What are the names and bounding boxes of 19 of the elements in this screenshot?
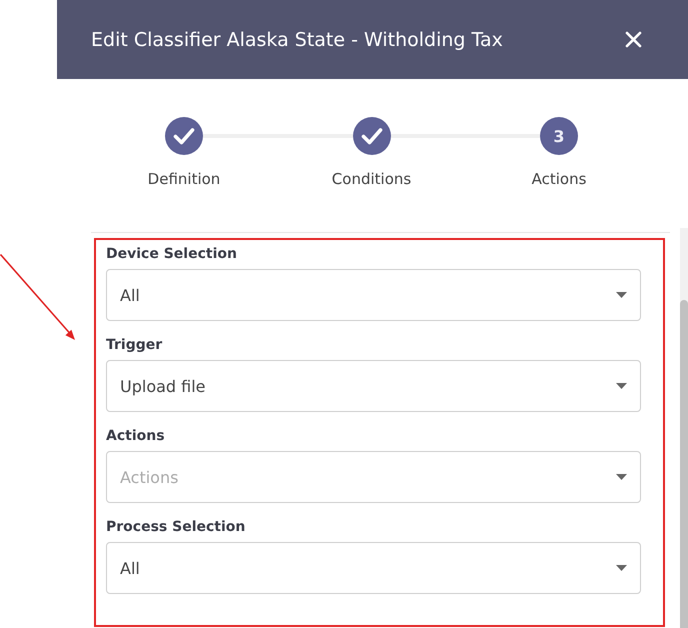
step-label: Conditions — [330, 170, 412, 188]
field-label: Trigger — [106, 337, 164, 354]
dropdown-field[interactable]: All — [106, 269, 641, 321]
caret-icon — [616, 292, 627, 298]
scrollbar-thumb[interactable] — [680, 300, 688, 628]
dialog-title: Edit Classifier Alaska State - Witholding Tax — [91, 28, 503, 50]
caret-icon — [616, 474, 627, 480]
field-label: Actions — [106, 428, 166, 445]
field-label: Device Selection — [106, 246, 238, 263]
step-number: 3 — [540, 117, 578, 155]
step-label: Actions — [530, 170, 588, 188]
close-button[interactable] — [625, 31, 642, 48]
dropdown-field[interactable]: All — [106, 542, 641, 594]
step-label: Definition — [146, 170, 222, 188]
close-icon — [625, 31, 642, 48]
caret-icon — [616, 565, 627, 571]
dropdown-field[interactable]: Upload file — [106, 360, 641, 412]
caret-icon — [616, 383, 627, 389]
field-label: Process Selection — [106, 519, 246, 536]
